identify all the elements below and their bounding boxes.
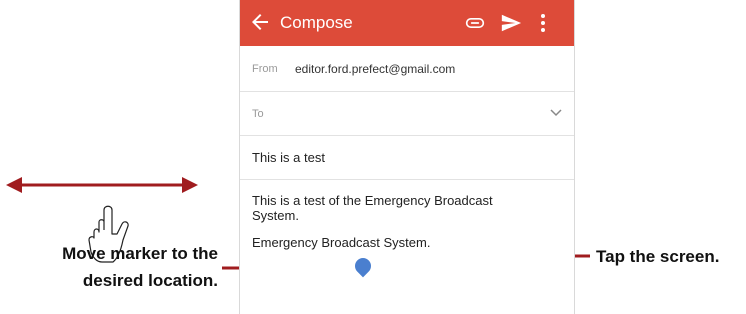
app-bar: Compose <box>240 0 574 46</box>
subject-field[interactable]: This is a test <box>240 136 574 180</box>
from-label: From <box>252 63 278 75</box>
left-callout-text: Move marker to the desired location. <box>62 244 218 290</box>
message-body[interactable]: This is a test of the Emergency Broadcas… <box>252 193 532 250</box>
subject-text: This is a test <box>252 150 325 165</box>
phone-screen: Compose From editor.ford.prefect@gmail.c… <box>239 0 575 314</box>
right-callout-text: Tap the screen. <box>596 247 720 266</box>
compose-title: Compose <box>280 13 353 32</box>
paperclip-icon[interactable] <box>465 14 485 32</box>
from-row[interactable]: From editor.ford.prefect@gmail.com <box>240 46 574 92</box>
body-line-2: Emergency Broadcast System. <box>252 235 431 250</box>
more-vert-icon[interactable] <box>536 12 550 34</box>
from-address: editor.ford.prefect@gmail.com <box>295 62 456 76</box>
send-icon[interactable] <box>500 12 522 34</box>
swipe-arrow-icon <box>6 177 198 193</box>
to-field[interactable]: To <box>240 92 574 136</box>
body-line-1: This is a test of the Emergency Broadcas… <box>252 193 493 223</box>
to-label: To <box>252 108 264 120</box>
back-arrow-icon[interactable] <box>248 10 272 34</box>
chevron-down-icon[interactable] <box>550 108 562 118</box>
